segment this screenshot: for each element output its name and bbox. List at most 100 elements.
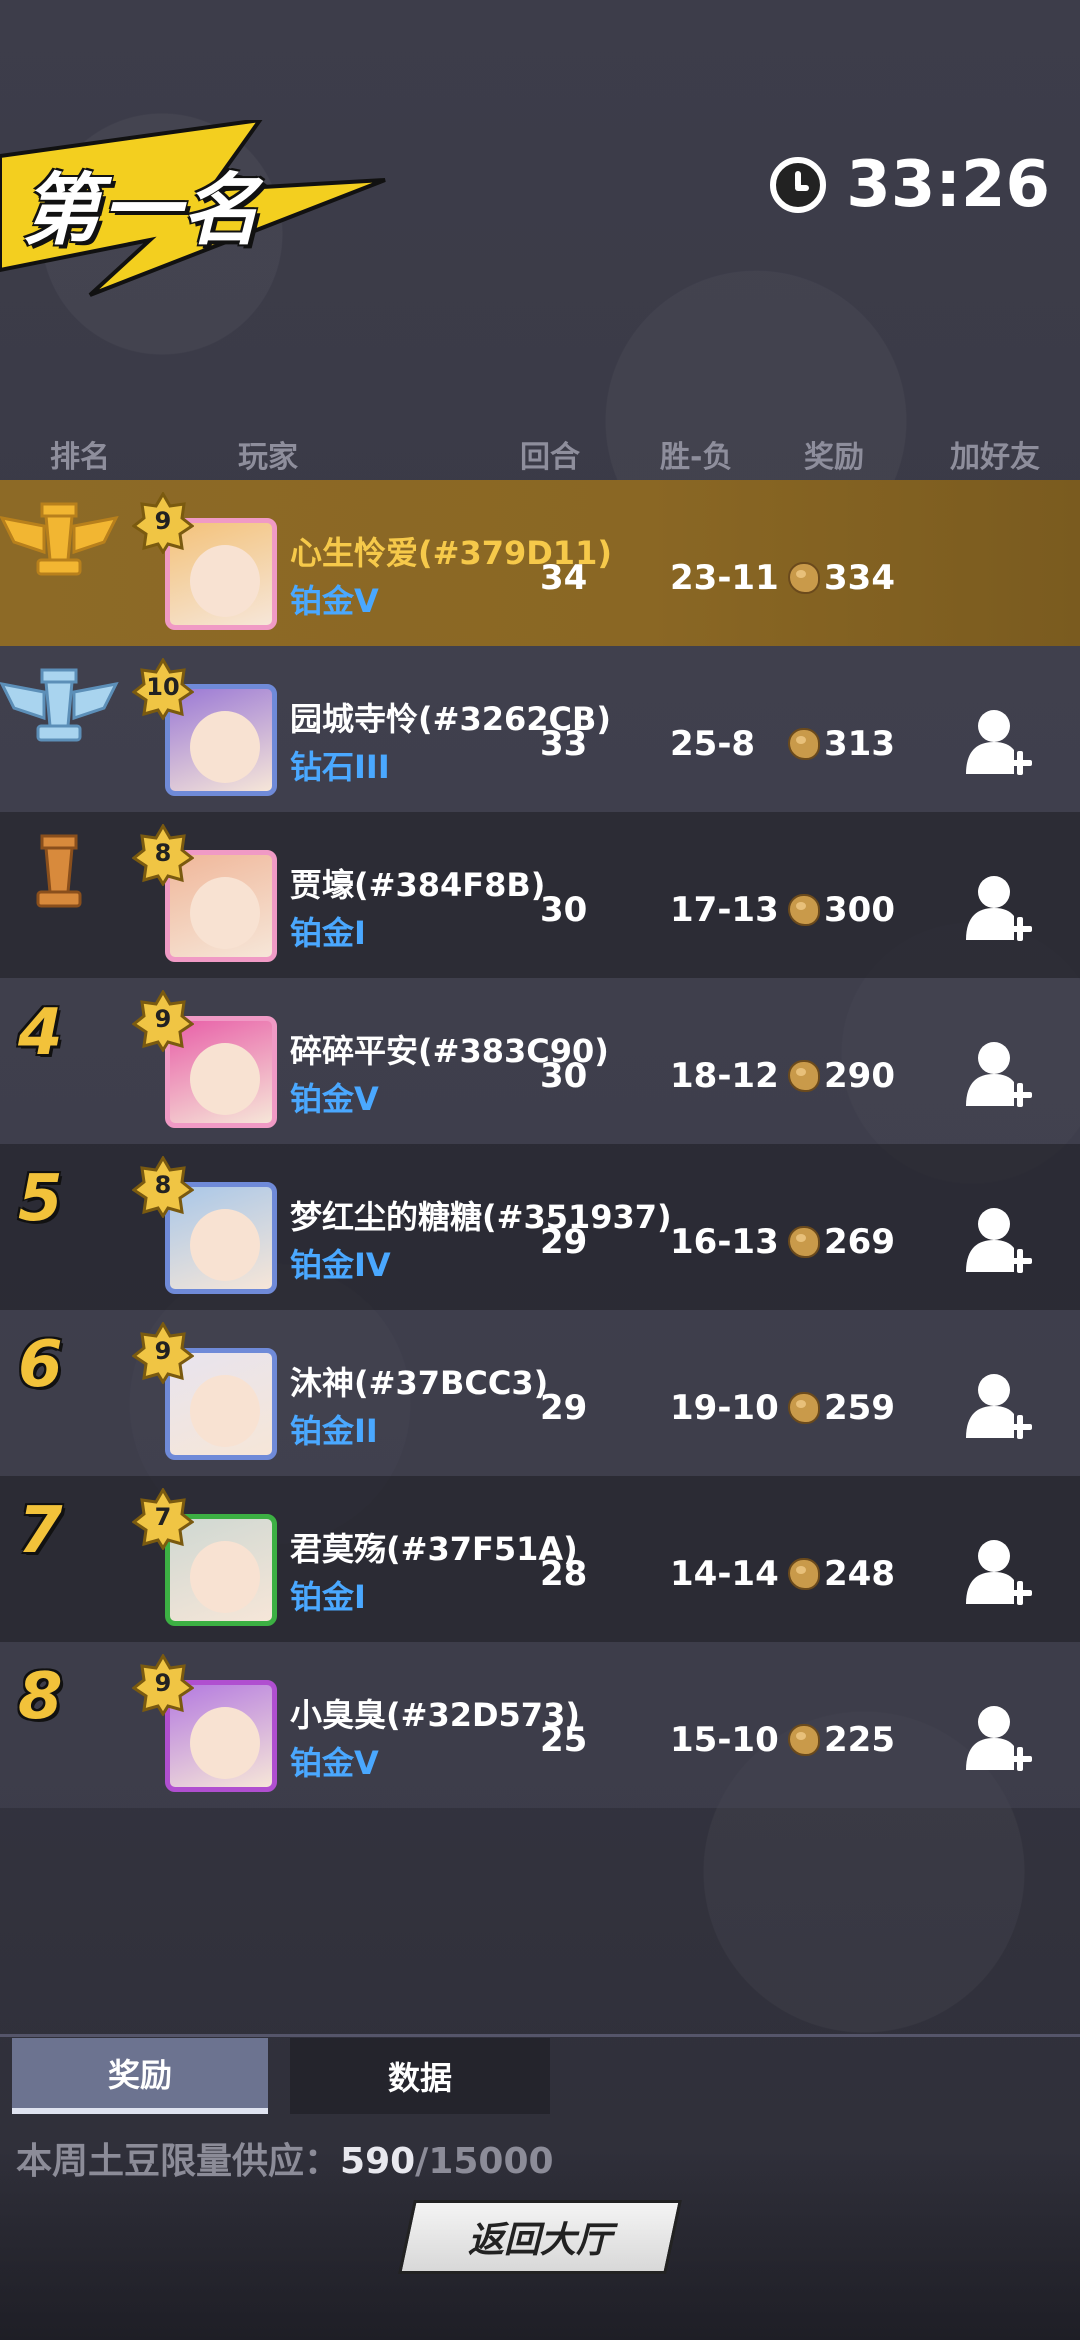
reward-value: 248 [824,1554,895,1594]
weekly-supply: 本周土豆限量供应：590/15000 [16,2132,554,2184]
col-reward: 奖励 [804,440,864,475]
add-friend-icon[interactable] [964,1536,1034,1608]
reward-value: 259 [824,1388,895,1428]
reward-value: 225 [824,1720,895,1760]
col-winloss: 胜-负 [660,440,733,475]
potato-icon [788,1060,820,1092]
player-name: 梦红尘的糖糖(#351937) [290,1198,672,1236]
winloss-value: 18-12 [670,1056,779,1096]
player-tier: 铂金V [290,1080,379,1118]
potato-icon [788,1558,820,1590]
col-add-friend: 加好友 [950,440,1040,475]
add-friend-icon[interactable] [964,1204,1034,1276]
winloss-value: 16-13 [670,1222,779,1262]
reward: 259 [788,1388,895,1428]
level-badge: 9 [132,492,194,554]
tab-rewards[interactable]: 奖励 [12,2038,268,2114]
supply-total: /15000 [415,2141,554,2182]
potato-icon [788,1724,820,1756]
rounds-value: 29 [540,1388,588,1428]
reward: 300 [788,890,895,930]
player-tier: 钻石III [290,748,390,786]
winloss-value: 17-13 [670,890,779,930]
reward-value: 300 [824,890,895,930]
tab-data[interactable]: 数据 [290,2038,550,2114]
ranking-row: 10 园城寺怜(#3262CB) 钻石III 33 25-8 313 [0,646,1080,812]
winloss-value: 15-10 [670,1720,779,1760]
ranking-row: 4 9 碎碎平安(#383C90) 铂金V 30 18-12 290 [0,978,1080,1144]
tab-rewards-label: 奖励 [107,2056,172,2094]
potato-icon [788,728,820,760]
rounds-value: 34 [540,558,588,598]
player-name: 君莫殇(#37F51A) [290,1530,578,1568]
supply-label: 本周土豆限量供应： [16,2141,341,2182]
back-to-lobby-label: 返回大厅 [467,2220,612,2261]
rank-number: 5 [18,1162,63,1236]
rank-number: 7 [18,1494,63,1568]
rounds-value: 30 [540,1056,588,1096]
supply-current: 590 [340,2141,416,2182]
back-to-lobby-button[interactable]: 返回大厅 [398,2200,682,2274]
player-name: 贾壕(#384F8B) [290,866,546,904]
reward: 225 [788,1720,895,1760]
level-value: 8 [154,839,172,867]
player-tier: 铂金V [290,582,379,620]
level-badge: 9 [132,990,194,1052]
player-tier: 铂金I [290,914,366,952]
col-player: 玩家 [238,440,298,475]
level-value: 9 [154,1669,172,1697]
col-rounds: 回合 [520,440,580,475]
level-badge: 8 [132,824,194,886]
level-badge: 7 [132,1488,194,1550]
level-badge: 8 [132,1156,194,1218]
gold-crown-trophy-icon [0,490,120,600]
add-friend-icon[interactable] [964,1370,1034,1442]
reward: 290 [788,1056,895,1096]
player-name: 沐神(#37BCC3) [290,1364,549,1402]
rounds-value: 33 [540,724,588,764]
bronze-rook-trophy-icon [0,822,120,932]
timer-value: 33:26 [846,148,1050,222]
level-value: 9 [154,1337,172,1365]
col-rank: 排名 [50,440,110,475]
player-tier: 铂金IV [290,1246,391,1284]
rank-number: 4 [18,996,63,1070]
reward-value: 269 [824,1222,895,1262]
rounds-value: 28 [540,1554,588,1594]
winloss-value: 25-8 [670,724,756,764]
level-badge: 10 [132,658,194,720]
tab-data-label: 数据 [387,2059,452,2097]
level-value: 10 [146,673,180,701]
clock-icon [770,157,827,213]
ranking-row: 8 贾壕(#384F8B) 铂金I 30 17-13 300 [0,812,1080,978]
potato-icon [788,894,820,926]
ranking-row: 8 9 小臭臭(#32D573) 铂金V 25 15-10 225 [0,1642,1080,1808]
reward-value: 334 [824,558,895,598]
reward-value: 290 [824,1056,895,1096]
player-tier: 铂金II [290,1412,378,1450]
add-friend-icon[interactable] [964,1038,1034,1110]
silver-crown-trophy-icon [0,656,120,766]
rounds-value: 29 [540,1222,588,1262]
potato-icon [788,1392,820,1424]
column-headers: 排名 玩家 回合 胜-负 奖励 加好友 [0,432,1080,482]
potato-icon [788,1226,820,1258]
add-friend-icon[interactable] [964,872,1034,944]
ranking-row: 5 8 梦红尘的糖糖(#351937) 铂金IV 29 16-13 269 [0,1144,1080,1310]
level-value: 9 [154,507,172,535]
ranking-row: 7 7 君莫殇(#37F51A) 铂金I 28 14-14 248 [0,1476,1080,1642]
divider [0,2034,1080,2037]
winloss-value: 14-14 [670,1554,779,1594]
level-value: 9 [154,1005,172,1033]
add-friend-icon[interactable] [964,1702,1034,1774]
potato-icon [788,562,820,594]
reward-value: 313 [824,724,895,764]
reward: 269 [788,1222,895,1262]
add-friend-icon[interactable] [964,706,1034,778]
level-badge: 9 [132,1322,194,1384]
ranking-row: 9 心生怜爱(#379D11) 铂金V 34 23-11 334 [0,480,1080,646]
player-tier: 铂金V [290,1744,379,1782]
level-value: 7 [154,1503,172,1531]
rank-number: 8 [18,1660,63,1734]
winloss-value: 23-11 [670,558,779,598]
